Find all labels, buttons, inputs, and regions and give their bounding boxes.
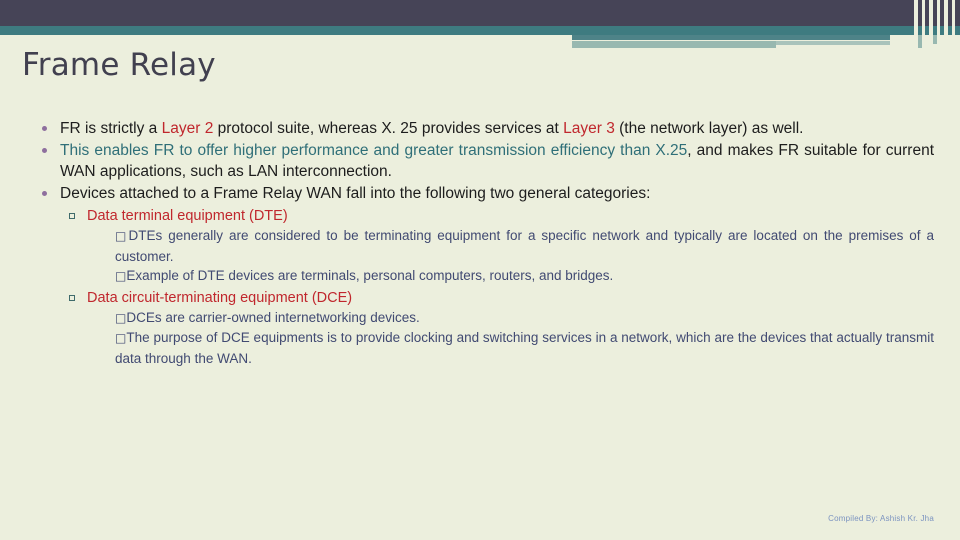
header-tick-4	[937, 0, 940, 48]
bullet-devices: Devices attached to a Frame Relay WAN fa…	[34, 183, 934, 368]
bullet-text: This enables FR to offer higher performa…	[60, 142, 934, 180]
detail-item: □Example of DTE devices are terminals, p…	[115, 268, 614, 283]
category-dce-details: □DCEs are carrier-owned internetworking …	[87, 308, 934, 369]
header-dark-band	[0, 0, 960, 26]
bullet-fr-layer2: FR is strictly a Layer 2 protocol suite,…	[34, 118, 934, 139]
box-bullet-icon: □	[115, 269, 127, 283]
box-bullet-icon: □	[115, 310, 127, 325]
category-dte: Data terminal equipment (DTE) □DTEs gene…	[60, 206, 934, 287]
slide-body: FR is strictly a Layer 2 protocol suite,…	[34, 118, 934, 369]
category-heading: Data terminal equipment (DTE)	[87, 208, 288, 224]
detail-item: □DCEs are carrier-owned internetworking …	[115, 309, 420, 325]
bullet-text: FR is strictly a Layer 2 protocol suite,…	[60, 120, 804, 137]
box-bullet-icon: □	[115, 331, 127, 345]
header-tick-dark-3	[948, 0, 952, 26]
header-tick-dark-2	[933, 0, 937, 26]
header-tick-2	[922, 0, 925, 50]
bullet-dot-icon	[42, 191, 47, 196]
header-teal-band	[0, 26, 960, 35]
slide-title: Frame Relay	[22, 47, 216, 83]
header-teal-accent-bar	[572, 35, 890, 40]
header-tick-sage-2	[933, 35, 937, 44]
bullet-dot-icon	[42, 148, 47, 153]
header-tick-6	[952, 0, 955, 52]
detail-item: □DTEs generally are considered to be ter…	[115, 228, 934, 264]
category-dte-details: □DTEs generally are considered to be ter…	[87, 226, 934, 287]
category-heading: Data circuit-terminating equipment (DCE)	[87, 289, 353, 306]
square-bullet-icon	[69, 294, 75, 301]
header-tick-sage-1	[918, 35, 922, 48]
header-tick-dark-1	[918, 0, 922, 26]
header-sage-accent-bar-secondary	[776, 41, 890, 45]
footer-credit: Compiled By: Ashish Kr. Jha	[828, 514, 934, 523]
bullet-dot-icon	[42, 126, 47, 131]
category-list: Data terminal equipment (DTE) □DTEs gene…	[60, 206, 934, 368]
header-tick-teal-3	[948, 26, 952, 35]
square-bullet-icon	[69, 213, 75, 219]
category-dce: Data circuit-terminating equipment (DCE)…	[60, 288, 934, 369]
box-bullet-icon: □	[115, 229, 129, 243]
header-tick-teal-2	[933, 26, 937, 35]
bullet-performance: This enables FR to offer higher performa…	[34, 140, 934, 182]
detail-item: □The purpose of DCE equipments is to pro…	[115, 330, 934, 366]
top-level-bullet-list: FR is strictly a Layer 2 protocol suite,…	[34, 118, 934, 368]
slide: Frame Relay FR is strictly a Layer 2 pro…	[0, 0, 960, 540]
header-tick-teal-1	[918, 26, 922, 35]
header-sage-accent-bar	[572, 41, 776, 48]
bullet-text: Devices attached to a Frame Relay WAN fa…	[60, 185, 651, 202]
